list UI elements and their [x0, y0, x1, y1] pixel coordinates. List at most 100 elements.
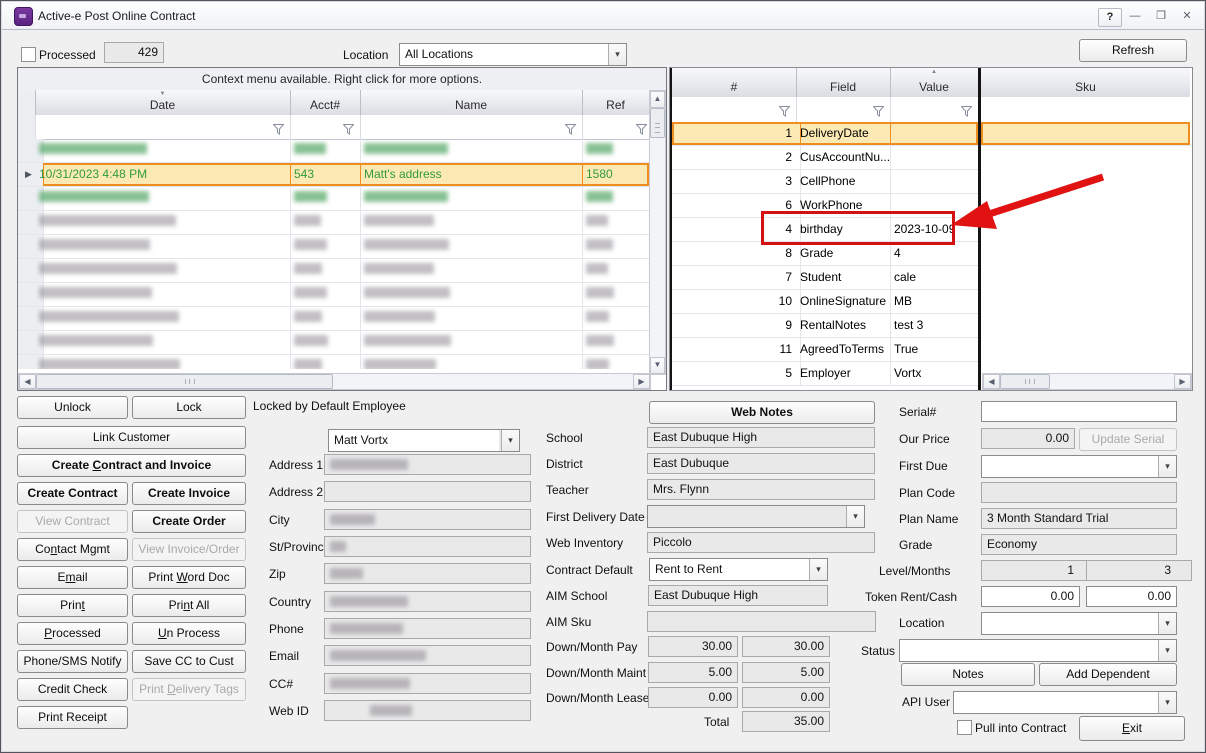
- restore-button[interactable]: ❐: [1150, 8, 1172, 25]
- scroll-left-icon[interactable]: ◀: [983, 374, 1000, 389]
- contract-row[interactable]: [18, 187, 649, 211]
- chevron-down-icon[interactable]: ▾: [1158, 613, 1176, 634]
- state-field[interactable]: [324, 536, 531, 557]
- filter-icon[interactable]: [635, 122, 648, 140]
- plan-name-field[interactable]: 3 Month Standard Trial: [981, 508, 1177, 529]
- column-header-num[interactable]: #: [672, 68, 797, 97]
- level-stepper[interactable]: 1: [981, 560, 1095, 581]
- create-order-button[interactable]: Create Order: [132, 510, 246, 533]
- un-process-button[interactable]: Un Process: [132, 622, 246, 645]
- address1-field[interactable]: [324, 454, 531, 475]
- plan-location-select[interactable]: ▾: [981, 612, 1177, 635]
- month-maint-field[interactable]: 5.00: [742, 662, 830, 683]
- school-field[interactable]: East Dubuque High: [647, 427, 875, 448]
- field-row[interactable]: 9 RentalNotes test 3: [672, 314, 979, 338]
- down-lease-field[interactable]: 0.00: [648, 687, 738, 708]
- chevron-down-icon[interactable]: ▾: [809, 559, 827, 580]
- filter-cell-ref[interactable]: [582, 115, 649, 139]
- contract-row[interactable]: [18, 139, 649, 163]
- contract-default-select[interactable]: Rent to Rent ▾: [649, 558, 828, 581]
- print-delivery-tags-button[interactable]: Print Delivery Tags: [132, 678, 246, 701]
- cc-field[interactable]: [324, 673, 531, 694]
- refresh-button[interactable]: Refresh: [1079, 39, 1187, 62]
- column-header-date[interactable]: ▼ Date: [35, 90, 291, 115]
- filter-cell-name[interactable]: [360, 115, 583, 139]
- filter-icon[interactable]: [564, 122, 577, 140]
- api-user-select[interactable]: ▾: [953, 691, 1177, 714]
- field-row[interactable]: 8 Grade 4: [672, 242, 979, 266]
- email-field[interactable]: [324, 645, 531, 666]
- notes-button[interactable]: Notes: [901, 663, 1035, 686]
- first-due-select[interactable]: ▾: [981, 455, 1177, 478]
- chevron-down-icon[interactable]: ▾: [846, 506, 864, 527]
- filter-cell-date[interactable]: [35, 115, 291, 139]
- scroll-right-icon[interactable]: ▶: [1174, 374, 1191, 389]
- scroll-left-icon[interactable]: ◀: [19, 374, 36, 389]
- exit-button[interactable]: Exit: [1079, 716, 1185, 741]
- country-field[interactable]: [324, 591, 531, 612]
- filter-cell-field[interactable]: [796, 97, 891, 122]
- aim-sku-field[interactable]: [647, 611, 876, 632]
- filter-cell-acct[interactable]: [290, 115, 361, 139]
- create-contract-button[interactable]: Create Contract: [17, 482, 128, 505]
- phone-sms-notify-button[interactable]: Phone/SMS Notify: [17, 650, 128, 673]
- contract-row[interactable]: [18, 307, 649, 331]
- teacher-field[interactable]: Mrs. Flynn: [647, 479, 875, 500]
- scroll-thumb[interactable]: [1000, 374, 1050, 389]
- down-maint-field[interactable]: 5.00: [648, 662, 738, 683]
- chevron-down-icon[interactable]: ▾: [1158, 456, 1176, 477]
- contact-mgmt-button[interactable]: Contact Mgmt: [17, 538, 128, 561]
- zip-field[interactable]: [324, 563, 531, 584]
- months-stepper[interactable]: 3: [1086, 560, 1192, 581]
- column-header-name[interactable]: Name: [360, 90, 583, 115]
- address2-field[interactable]: [324, 481, 531, 502]
- contract-row[interactable]: [18, 355, 649, 369]
- field-row[interactable]: 7 Student cale: [672, 266, 979, 290]
- credit-check-button[interactable]: Credit Check: [17, 678, 128, 701]
- field-row[interactable]: 11 AgreedToTerms True: [672, 338, 979, 362]
- column-header-ref[interactable]: Ref: [582, 90, 649, 115]
- pull-into-contract-checkbox[interactable]: [957, 720, 972, 735]
- sku-selected-row[interactable]: [981, 122, 1190, 146]
- add-dependent-button[interactable]: Add Dependent: [1039, 663, 1177, 686]
- column-header-acct[interactable]: Acct#: [290, 90, 361, 115]
- unlock-button[interactable]: Unlock: [17, 396, 128, 419]
- plan-code-field[interactable]: [981, 482, 1177, 503]
- view-invoice-order-button[interactable]: View Invoice/Order: [132, 538, 246, 561]
- scroll-thumb[interactable]: [36, 374, 333, 389]
- customer-select[interactable]: Matt Vortx ▾: [328, 429, 520, 452]
- contract-row[interactable]: [18, 283, 649, 307]
- sku-hscrollbar[interactable]: ◀ ▶: [982, 373, 1192, 390]
- first-delivery-date-select[interactable]: ▾: [647, 505, 865, 528]
- print-receipt-button[interactable]: Print Receipt: [17, 706, 128, 729]
- month-lease-field[interactable]: 0.00: [742, 687, 830, 708]
- contracts-hscrollbar[interactable]: ◀ ▶: [18, 373, 651, 390]
- link-customer-button[interactable]: Link Customer: [17, 426, 246, 449]
- aim-school-field[interactable]: East Dubuque High: [648, 585, 828, 606]
- create-invoice-button[interactable]: Create Invoice: [132, 482, 246, 505]
- close-button[interactable]: ✕: [1176, 8, 1198, 25]
- phone-field[interactable]: [324, 618, 531, 639]
- email-button[interactable]: Email: [17, 566, 128, 589]
- print-all-button[interactable]: Print All: [132, 594, 246, 617]
- filter-cell-value[interactable]: [890, 97, 979, 122]
- filter-cell-num[interactable]: [672, 97, 797, 122]
- lock-button[interactable]: Lock: [132, 396, 246, 419]
- filter-icon[interactable]: [960, 104, 973, 122]
- processed-checkbox[interactable]: [21, 47, 36, 62]
- serial-field[interactable]: [981, 401, 1177, 422]
- contracts-vscrollbar[interactable]: ▲ ▼: [649, 90, 666, 375]
- scroll-right-icon[interactable]: ▶: [633, 374, 650, 389]
- token-cash-field[interactable]: 0.00: [1086, 586, 1177, 607]
- contract-row[interactable]: [18, 211, 649, 235]
- chevron-down-icon[interactable]: ▾: [501, 430, 519, 451]
- contract-row[interactable]: [18, 331, 649, 355]
- down-pay-field[interactable]: 30.00: [648, 636, 738, 657]
- city-field[interactable]: [324, 509, 531, 530]
- filter-icon[interactable]: [778, 104, 791, 122]
- contract-row[interactable]: [18, 235, 649, 259]
- processed-button[interactable]: Processed: [17, 622, 128, 645]
- selected-field-row[interactable]: 1 DeliveryDate: [672, 122, 979, 146]
- scroll-thumb[interactable]: [650, 108, 665, 138]
- filter-icon[interactable]: [272, 122, 285, 140]
